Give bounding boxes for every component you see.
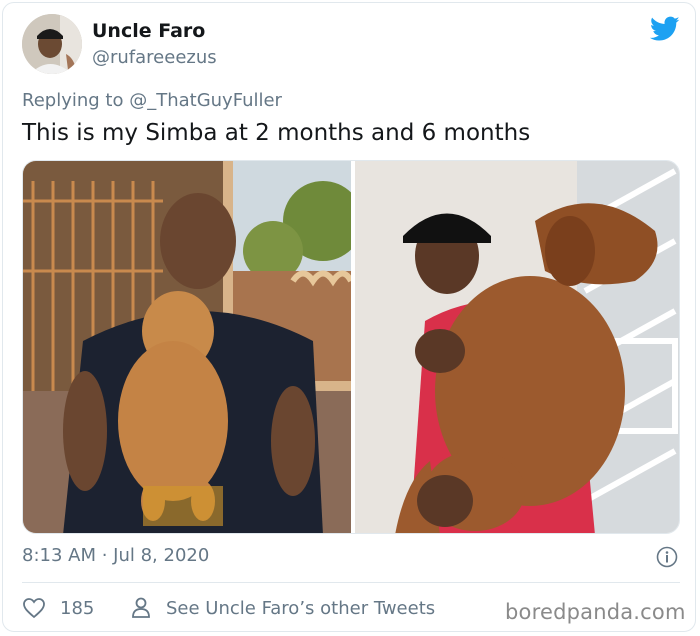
see-other-tweets-link[interactable]: See Uncle Faro’s other Tweets: [166, 598, 435, 619]
twitter-bird-icon[interactable]: [649, 16, 680, 42]
like-count[interactable]: 185: [60, 598, 94, 619]
tweet-media[interactable]: [22, 160, 680, 534]
avatar[interactable]: [22, 14, 82, 74]
info-icon[interactable]: [656, 546, 678, 568]
watermark: boredpanda.com: [505, 600, 686, 624]
person-icon[interactable]: [131, 596, 151, 620]
divider: [22, 582, 680, 583]
replying-mention-link[interactable]: @_ThatGuyFuller: [129, 90, 282, 111]
display-name[interactable]: Uncle Faro: [92, 20, 205, 42]
heart-icon[interactable]: [22, 597, 46, 619]
tweet-timestamp[interactable]: 8:13 AM · Jul 8, 2020: [22, 545, 209, 566]
photo-6-months[interactable]: [355, 161, 679, 533]
replying-prefix: Replying to: [22, 90, 130, 111]
replying-to: Replying to @_ThatGuyFuller: [22, 90, 282, 111]
tweet-text: This is my Simba at 2 months and 6 month…: [22, 120, 531, 146]
photo-2-months[interactable]: [23, 161, 363, 533]
user-handle[interactable]: @rufareeezus: [92, 47, 217, 68]
